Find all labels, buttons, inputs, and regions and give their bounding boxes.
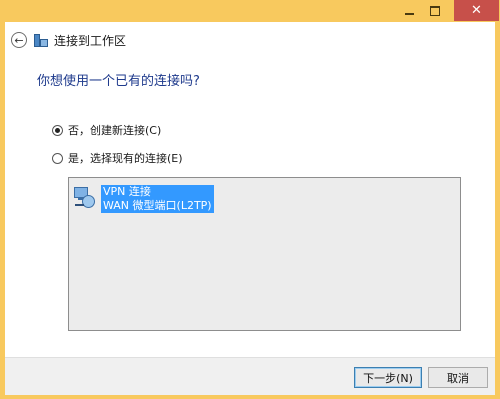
minimize-icon: [404, 12, 414, 15]
dialog-header: ← 连接到工作区: [5, 22, 495, 58]
network-connection-icon: [72, 185, 98, 211]
dialog-footer: 下一步(N) 取消: [5, 357, 495, 395]
maximize-icon: [430, 5, 440, 16]
close-button[interactable]: ✕: [454, 0, 499, 21]
close-icon: ✕: [471, 3, 482, 18]
option-create-new[interactable]: 否，创建新连接(C): [52, 122, 161, 138]
option-create-new-label: 否，创建新连接(C): [68, 124, 162, 137]
workplace-icon: [34, 33, 48, 47]
next-button[interactable]: 下一步(N): [354, 367, 422, 388]
connection-item[interactable]: VPN 连接 WAN 微型端口(L2TP): [72, 185, 214, 213]
back-button[interactable]: ←: [11, 32, 27, 48]
minimize-button[interactable]: [396, 0, 422, 21]
connection-item-text: VPN 连接 WAN 微型端口(L2TP): [101, 185, 214, 213]
maximize-button[interactable]: [422, 0, 448, 21]
connection-name: VPN 连接: [103, 185, 151, 198]
option-use-existing[interactable]: 是，选择现有的连接(E): [52, 150, 183, 166]
dialog-window: ✕ ← 连接到工作区 你想使用一个已有的连接吗? 否，创建新连接(C) 是，选择…: [0, 0, 500, 399]
connection-detail: WAN 微型端口(L2TP): [103, 199, 212, 212]
connection-list[interactable]: VPN 连接 WAN 微型端口(L2TP): [68, 177, 461, 331]
page-question: 你想使用一个已有的连接吗?: [37, 74, 200, 89]
radio-use-existing[interactable]: [52, 152, 63, 164]
radio-create-new[interactable]: [52, 124, 63, 136]
dialog-content: 你想使用一个已有的连接吗? 否，创建新连接(C) 是，选择现有的连接(E) VP…: [5, 58, 495, 357]
option-use-existing-label: 是，选择现有的连接(E): [68, 152, 183, 165]
dialog-title: 连接到工作区: [54, 33, 127, 48]
back-arrow-icon: ←: [14, 33, 24, 47]
radio-selected-dot: [55, 127, 60, 133]
cancel-button[interactable]: 取消: [428, 367, 488, 388]
